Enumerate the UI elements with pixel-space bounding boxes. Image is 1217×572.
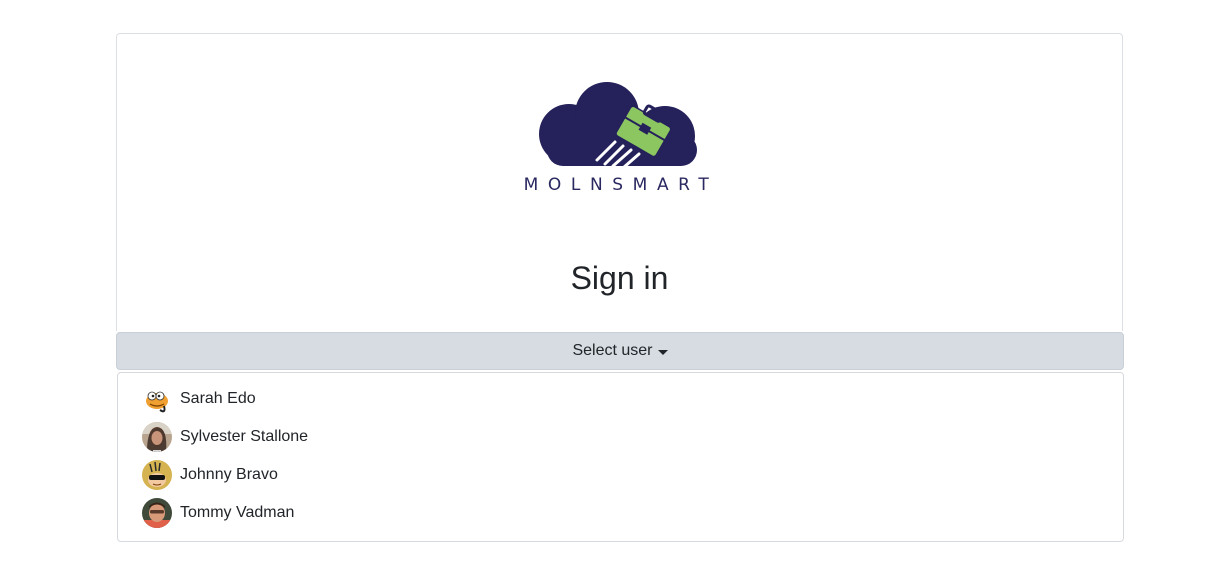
photo-avatar-icon [142,422,172,452]
user-option-johnny-bravo[interactable]: Johnny Bravo [142,459,278,491]
select-user-button[interactable]: Select user [116,332,1124,370]
page-title: Sign in [570,260,669,296]
user-name: Sylvester Stallone [180,428,309,445]
user-name: Johnny Bravo [180,466,278,483]
select-user-label: Select user [572,342,653,359]
photo-avatar-icon [142,498,172,528]
user-dropdown-menu: Sarah Edo Sylvester Stallone Johnny Brav… [117,372,1124,542]
logo-wordmark: MOLNSMART [523,175,719,195]
caret-down-icon [657,349,668,355]
cartoon-face-avatar-icon [142,460,172,490]
user-option-sarah-edo[interactable]: Sarah Edo [142,383,256,415]
user-name: Sarah Edo [180,390,256,407]
user-option-sylvester-stallone[interactable]: Sylvester Stallone [142,421,308,453]
cartoon-cat-avatar-icon [142,384,172,414]
user-option-tommy-vadman[interactable]: Tommy Vadman [142,497,294,529]
user-name: Tommy Vadman [180,504,295,521]
